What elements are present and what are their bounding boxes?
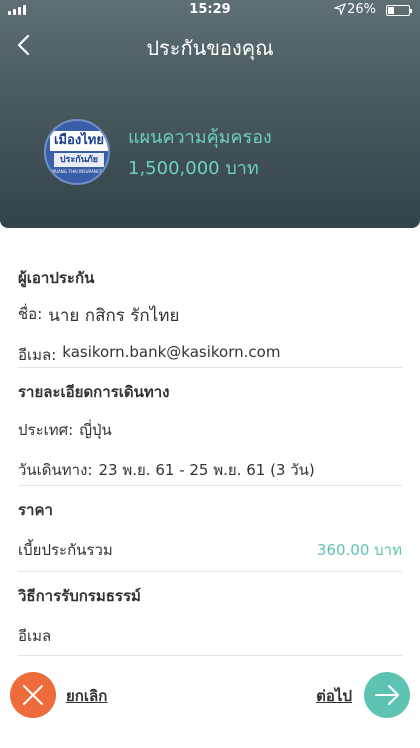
policy-details: ผู้เอาประกัน ชื่อ: นาย กสิกร รักไทย อีเม… <box>18 250 402 656</box>
section-title: วิธีการรับกรมธรรม์ <box>18 587 141 605</box>
date-row: วันเดินทาง: 23 พ.ย. 61 - 25 พ.ย. 61 (3 ว… <box>18 458 402 482</box>
country-value: ญี่ปุ่น <box>79 421 112 439</box>
email-label: อีเมล: <box>18 346 57 364</box>
country-label: ประเทศ: <box>18 421 74 439</box>
trip-section: รายละเอียดการเดินทาง ประเทศ: ญี่ปุ่น วัน… <box>18 368 402 486</box>
insurer-logo: เมืองไทย ประกันภัย MUANG THAI INSURANCE <box>44 119 110 185</box>
status-bar: 15:29 26% <box>0 0 420 20</box>
date-label: วันเดินทาง: <box>18 461 93 479</box>
cancel-link[interactable]: ยกเลิก <box>66 684 107 708</box>
next-link[interactable]: ต่อไป <box>316 684 352 708</box>
cancel-button[interactable] <box>10 672 56 718</box>
name-value: นาย กสิกร รักไทย <box>48 306 180 326</box>
location-icon <box>332 2 347 18</box>
next-button[interactable] <box>364 672 410 718</box>
section-title: ผู้เอาประกัน <box>18 269 95 287</box>
section-title: ราคา <box>18 501 53 519</box>
footer-actions: ยกเลิก ต่อไป <box>0 660 420 730</box>
delivery-section: วิธีการรับกรมธรรม์ อีเมล <box>18 572 402 656</box>
close-icon <box>23 685 43 705</box>
section-title: รายละเอียดการเดินทาง <box>18 383 170 401</box>
price-section: ราคา เบี้ยประกันรวม 360.00 บาท <box>18 486 402 572</box>
premium-row: เบี้ยประกันรวม 360.00 บาท <box>18 538 402 562</box>
insured-email-row: อีเมล: kasikorn.bank@kasikorn.com <box>18 343 402 367</box>
plan-amount: 1,500,000 บาท <box>128 158 259 179</box>
country-row: ประเทศ: ญี่ปุ่น <box>18 418 402 442</box>
delivery-method: อีเมล <box>18 627 52 645</box>
page-title: ประกันของคุณ <box>146 36 274 60</box>
insured-name-row: ชื่อ: นาย กสิกร รักไทย <box>18 302 402 329</box>
plan-label: แผนความคุ้มครอง <box>128 127 272 148</box>
insured-section: ผู้เอาประกัน ชื่อ: นาย กสิกร รักไทย อีเม… <box>18 250 402 368</box>
battery-icon <box>386 5 412 16</box>
email-value: kasikorn.bank@kasikorn.com <box>62 343 281 361</box>
name-label: ชื่อ: <box>18 305 43 323</box>
arrow-right-icon <box>375 685 399 705</box>
date-value: 23 พ.ย. 61 - 25 พ.ย. 61 (3 วัน) <box>98 461 315 479</box>
battery-percent: 26% <box>347 2 376 17</box>
premium-label: เบี้ยประกันรวม <box>18 541 113 559</box>
header: 15:29 26% ประกันของคุณ เมืองไทย ประกันภั… <box>0 0 420 228</box>
premium-value: 360.00 บาท <box>316 541 402 559</box>
delivery-method-row: อีเมล <box>18 624 402 648</box>
